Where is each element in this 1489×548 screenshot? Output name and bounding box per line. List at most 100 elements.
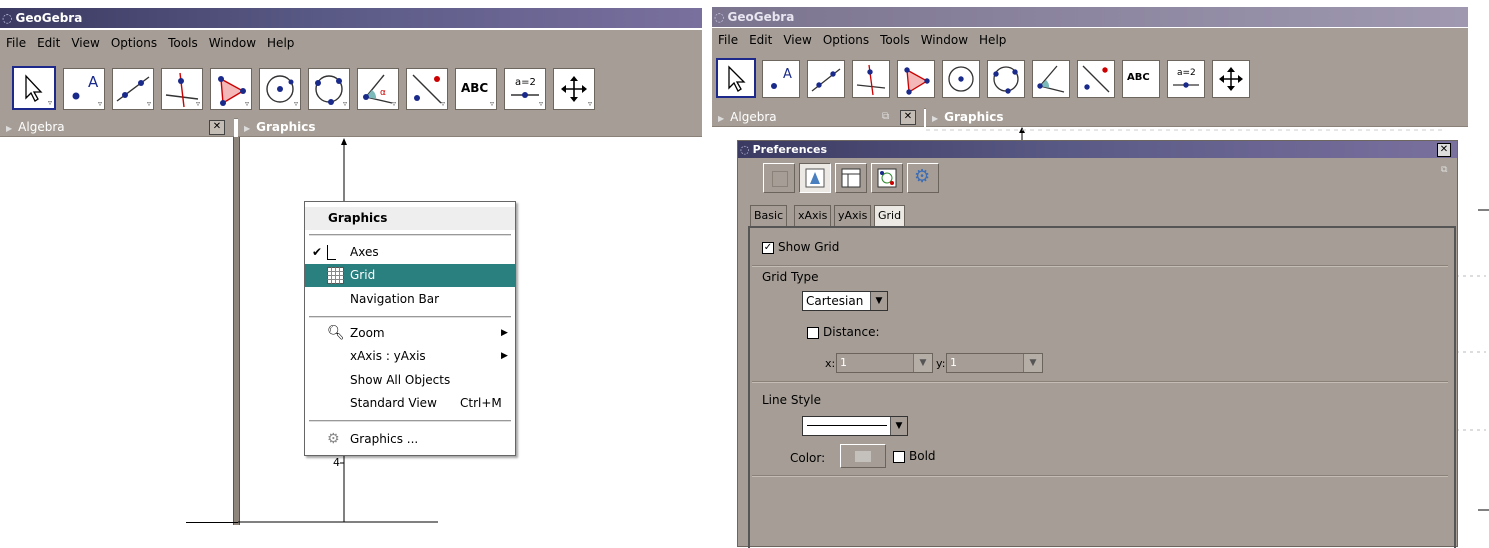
right-title-bar: ◌ GeoGebra xyxy=(712,7,1468,27)
preferences-title: Preferences xyxy=(752,143,828,156)
menu-view[interactable]: View xyxy=(783,33,811,47)
menu-file[interactable]: File xyxy=(718,33,738,47)
line-style-select[interactable]: ▼ xyxy=(802,416,908,436)
menu-window[interactable]: Window xyxy=(921,33,968,47)
expand-arrow-icon[interactable]: ▶ xyxy=(6,124,12,133)
close-algebra-icon[interactable]: ✕ xyxy=(209,120,225,135)
tool-point[interactable]: A ▿ xyxy=(63,68,105,110)
menu-item-zoom[interactable]: 🔍︎ Zoom ▶ xyxy=(305,322,515,345)
distance-label: Distance: xyxy=(823,325,880,339)
menu-item-navigation-bar[interactable]: Navigation Bar xyxy=(305,288,515,311)
menu-view[interactable]: View xyxy=(71,36,99,50)
detach-view-icon[interactable]: ⧉ xyxy=(882,108,889,126)
menu-edit[interactable]: Edit xyxy=(749,33,772,47)
menu-edit[interactable]: Edit xyxy=(37,36,60,50)
expand-arrow-icon[interactable]: ▶ xyxy=(932,114,938,123)
expand-arrow-icon[interactable]: ▶ xyxy=(244,124,250,133)
tool-line[interactable]: ▿ xyxy=(112,68,154,110)
tab-basic[interactable]: Basic xyxy=(750,205,788,226)
menu-help[interactable]: Help xyxy=(979,33,1006,47)
tool-move[interactable] xyxy=(716,58,756,98)
tab-xaxis[interactable]: xAxis xyxy=(794,205,832,226)
left-window-title: GeoGebra xyxy=(15,11,83,25)
tool-text[interactable]: ABC ▿ xyxy=(455,68,497,110)
tool-text[interactable]: ABC xyxy=(1122,60,1160,98)
menu-tools[interactable]: Tools xyxy=(168,36,198,50)
grid-type-select[interactable]: Cartesian ▼ xyxy=(802,291,888,311)
tool-slider[interactable]: a=2 ▿ xyxy=(504,68,546,110)
color-swatch xyxy=(855,451,871,462)
bold-checkbox[interactable] xyxy=(893,450,905,463)
category-graphics-button[interactable] xyxy=(799,163,831,193)
menu-item-axes[interactable]: ✔ Axes xyxy=(305,241,515,264)
tool-reflect[interactable]: ▿ xyxy=(406,68,448,110)
menu-item-graphics-settings[interactable]: ⚙ Graphics ... xyxy=(305,428,515,451)
magnifier-icon: 🔍︎ xyxy=(327,325,345,341)
tool-move-graphics[interactable]: ▿ xyxy=(553,68,595,110)
bold-row[interactable]: Bold xyxy=(893,449,936,463)
tool-point[interactable]: A xyxy=(762,60,800,98)
tool-move-graphics[interactable] xyxy=(1212,60,1250,98)
menu-options[interactable]: Options xyxy=(823,33,869,47)
tool-reflect[interactable] xyxy=(1077,60,1115,98)
menu-help[interactable]: Help xyxy=(267,36,294,50)
grid-color-button[interactable] xyxy=(840,444,886,468)
tool-line[interactable] xyxy=(807,60,845,98)
tool-polygon[interactable]: ▿ xyxy=(210,68,252,110)
tool-polygon[interactable] xyxy=(897,60,935,98)
category-advanced-button[interactable]: ⚙ xyxy=(907,163,939,193)
show-grid-checkbox[interactable]: ✓ xyxy=(762,241,774,254)
show-grid-row[interactable]: ✓ Show Grid xyxy=(762,240,839,254)
graphics-settings-label: Graphics ... xyxy=(350,432,419,446)
point-icon: A xyxy=(771,67,792,89)
y-distance-field[interactable]: 1 ▼ xyxy=(946,353,1043,373)
graphics-context-menu: Graphics ✔ Axes Grid Navigation Bar 🔍︎ Z… xyxy=(304,201,516,456)
x-distance-field[interactable]: 1 ▼ xyxy=(836,353,933,373)
x-distance-label: x: xyxy=(825,357,836,370)
distance-row[interactable]: Distance: xyxy=(807,325,880,339)
left-graphics-header: ▶ Graphics xyxy=(238,118,702,137)
category-defaults-button[interactable] xyxy=(871,163,903,193)
menu-tools[interactable]: Tools xyxy=(880,33,910,47)
menu-file[interactable]: File xyxy=(6,36,26,50)
menu-options[interactable]: Options xyxy=(111,36,157,50)
window-restore-icon[interactable]: ⧉ xyxy=(1441,165,1447,175)
point-label-a: A xyxy=(88,73,99,91)
menu-item-grid[interactable]: Grid xyxy=(305,264,515,287)
tool-perpendicular[interactable] xyxy=(852,60,890,98)
category-basic-button[interactable] xyxy=(763,163,795,193)
tool-perpendicular[interactable]: ▿ xyxy=(161,68,203,110)
bold-label: Bold xyxy=(909,449,936,463)
tool-circle-three-points[interactable]: ▿ xyxy=(308,68,350,110)
tool-move[interactable]: ▿ xyxy=(12,66,56,110)
y-distance-value: 1 xyxy=(950,356,957,369)
tool-circle-three-points[interactable] xyxy=(987,60,1025,98)
dropdown-arrow-icon: ▼ xyxy=(1023,354,1042,372)
advanced-gears-icon: ⚙ xyxy=(914,166,931,187)
menu-item-standard-view[interactable]: Standard View Ctrl+M xyxy=(305,392,515,415)
tool-circle-center[interactable]: ▿ xyxy=(259,68,301,110)
dropdown-arrow-icon: ▼ xyxy=(913,354,932,372)
tab-yaxis[interactable]: yAxis xyxy=(834,205,872,226)
tool-circle-center[interactable] xyxy=(942,60,980,98)
category-layout-button[interactable] xyxy=(835,163,867,193)
close-dialog-icon[interactable]: ✕ xyxy=(1437,143,1451,157)
x-axis-left-segment xyxy=(186,522,238,523)
circle-three-points-icon xyxy=(993,66,1019,94)
close-algebra-icon[interactable]: ✕ xyxy=(900,110,916,125)
left-title-bar: ◌ GeoGebra xyxy=(0,8,702,28)
reflect-icon xyxy=(1082,65,1110,93)
dropdown-arrow-icon: ▼ xyxy=(890,417,907,435)
tool-slider[interactable]: a=2 xyxy=(1167,60,1205,98)
tool-angle[interactable] xyxy=(1032,60,1070,98)
submenu-arrow-icon: ▶ xyxy=(501,328,508,338)
right-menu-bar: File Edit View Options Tools Window Help xyxy=(712,28,1468,52)
expand-arrow-icon[interactable]: ▶ xyxy=(718,114,724,123)
tool-angle[interactable]: α ▿ xyxy=(357,68,399,110)
menu-item-xaxis-yaxis[interactable]: xAxis : yAxis ▶ xyxy=(305,345,515,368)
distance-checkbox[interactable] xyxy=(807,326,819,339)
menu-window[interactable]: Window xyxy=(209,36,256,50)
zoom-label: Zoom xyxy=(350,326,385,340)
tab-grid[interactable]: Grid xyxy=(874,205,906,226)
menu-item-show-all-objects[interactable]: Show All Objects xyxy=(305,369,515,392)
